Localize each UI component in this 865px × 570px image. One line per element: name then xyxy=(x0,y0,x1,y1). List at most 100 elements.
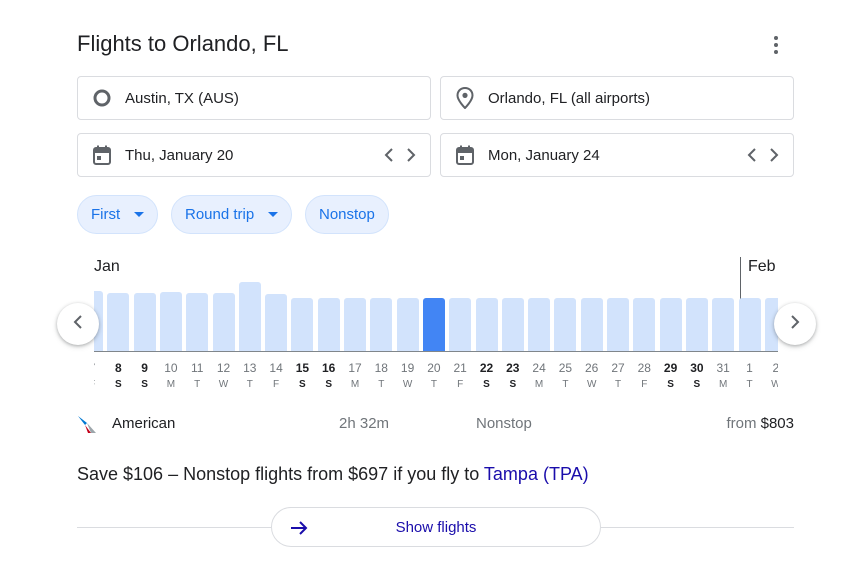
day-number-label: 20 xyxy=(427,361,441,375)
savings-text: Save $106 – Nonstop flights from $697 if… xyxy=(77,464,484,484)
price-bar-18[interactable] xyxy=(370,298,393,351)
price-bar-29[interactable] xyxy=(659,298,682,351)
day-of-week-label: S xyxy=(509,379,517,390)
day-number-label: 21 xyxy=(453,361,467,375)
day-of-week-label: M xyxy=(719,379,728,390)
day-number-label: 2 xyxy=(772,361,778,375)
day-number-label: 14 xyxy=(269,361,283,375)
day-number-label: 8 xyxy=(114,361,122,375)
day-of-week-label: S xyxy=(299,379,306,390)
price-bar-14[interactable] xyxy=(265,294,288,351)
origin-field[interactable]: Austin, TX (AUS) xyxy=(77,76,431,120)
month-label-feb: Feb xyxy=(748,258,776,275)
chevron-left-icon[interactable] xyxy=(743,144,761,166)
american-airlines-logo-icon xyxy=(78,416,96,433)
day-of-week-label: T xyxy=(430,379,437,390)
page-title: Flights to Orlando, FL xyxy=(77,31,289,56)
price-bar-15[interactable] xyxy=(291,298,314,351)
day-number-label: 26 xyxy=(585,361,599,375)
price-bar-31[interactable] xyxy=(712,298,735,351)
chevron-left-icon[interactable] xyxy=(380,144,398,166)
price-bar-13[interactable] xyxy=(238,282,261,351)
savings-message: Save $106 – Nonstop flights from $697 if… xyxy=(77,464,589,485)
price-bar-21[interactable] xyxy=(449,298,472,351)
location-pin-icon xyxy=(454,87,476,109)
day-of-week-label: F xyxy=(641,379,648,390)
day-of-week-label: W xyxy=(586,379,597,390)
price-bar-8[interactable] xyxy=(107,293,130,351)
month-label-jan: Jan xyxy=(94,258,120,275)
price-bar-28[interactable] xyxy=(633,298,656,351)
price-bar-23[interactable] xyxy=(501,298,524,351)
price-bar-20[interactable] xyxy=(422,298,445,351)
price-bar-27[interactable] xyxy=(607,298,629,351)
day-of-week-label: F xyxy=(94,379,103,390)
price-bar-9[interactable] xyxy=(133,293,156,351)
chevron-right-icon[interactable] xyxy=(402,144,420,166)
price-bar-24[interactable] xyxy=(528,298,551,351)
more-vert-icon[interactable] xyxy=(766,33,786,57)
day-number-label: 30 xyxy=(690,361,704,375)
trip-type-chip[interactable]: Round trip xyxy=(171,195,293,234)
day-number-label: 29 xyxy=(663,361,678,375)
calendar-icon xyxy=(91,144,113,166)
day-number-label: 7 xyxy=(94,361,103,375)
day-of-week-label: W xyxy=(402,379,413,390)
day-number-label: 13 xyxy=(243,361,257,375)
origin-value: Austin, TX (AUS) xyxy=(125,89,239,107)
chevron-right-icon[interactable] xyxy=(765,144,783,166)
day-of-week-label: T xyxy=(378,379,385,390)
day-of-week-label: T xyxy=(194,379,201,390)
cabin-class-label: First xyxy=(91,206,121,223)
airline-name: American xyxy=(112,415,176,432)
day-number-label: 31 xyxy=(716,361,730,375)
destination-value: Orlando, FL (all airports) xyxy=(488,89,650,107)
cabin-class-chip[interactable]: First xyxy=(77,195,159,234)
flight-price: from $803 xyxy=(726,415,794,432)
arrow-right-icon xyxy=(291,521,308,535)
price-bar-12[interactable] xyxy=(212,293,235,351)
depart-date-value: Thu, January 20 xyxy=(125,146,234,164)
day-of-week-label: M xyxy=(166,379,176,390)
price-bar-19[interactable] xyxy=(396,298,419,351)
price-bar-11[interactable] xyxy=(186,293,209,351)
day-of-week-label: F xyxy=(273,379,280,390)
day-number-label: 12 xyxy=(216,361,231,375)
day-number-label: 10 xyxy=(164,361,178,375)
depart-date-field[interactable]: Thu, January 20 xyxy=(77,133,431,177)
chart-next-button[interactable] xyxy=(774,303,816,345)
destination-field[interactable]: Orlando, FL (all airports) xyxy=(440,76,794,120)
day-of-week-label: W xyxy=(218,379,229,390)
show-flights-button[interactable]: Show flights xyxy=(271,507,601,547)
return-date-field[interactable]: Mon, January 24 xyxy=(440,133,794,177)
stops-chip[interactable]: Nonstop xyxy=(305,195,389,234)
day-of-week-label: M xyxy=(350,379,360,390)
price-bar-10[interactable] xyxy=(159,292,182,351)
chevron-right-icon xyxy=(790,314,800,334)
caret-down-icon xyxy=(268,212,279,217)
calendar-icon xyxy=(454,144,476,166)
day-number-label: 27 xyxy=(611,361,625,375)
day-of-week-label: S xyxy=(114,379,122,390)
day-of-week-label: S xyxy=(693,379,701,390)
alternate-airport-link[interactable]: Tampa (TPA) xyxy=(484,464,589,484)
stops-label: Nonstop xyxy=(319,206,375,223)
price-bar-22[interactable] xyxy=(475,298,498,351)
day-of-week-label: S xyxy=(667,379,674,390)
return-date-value: Mon, January 24 xyxy=(488,146,600,164)
day-number-label: 18 xyxy=(374,361,388,375)
day-number-label: 25 xyxy=(558,361,573,375)
day-number-label: 23 xyxy=(506,361,520,375)
price-bar-17[interactable] xyxy=(344,298,366,351)
day-number-label: 28 xyxy=(637,361,651,375)
day-number-label: 15 xyxy=(295,361,310,375)
chart-prev-button[interactable] xyxy=(57,303,99,345)
price-bar-25[interactable] xyxy=(554,298,577,351)
day-of-week-label: F xyxy=(457,379,464,390)
price-bar-16[interactable] xyxy=(317,298,340,351)
trip-type-label: Round trip xyxy=(185,206,255,223)
day-number-label: 16 xyxy=(322,361,336,375)
price-bar-1[interactable] xyxy=(738,298,761,351)
price-bar-26[interactable] xyxy=(580,298,603,351)
price-bar-30[interactable] xyxy=(685,298,708,351)
